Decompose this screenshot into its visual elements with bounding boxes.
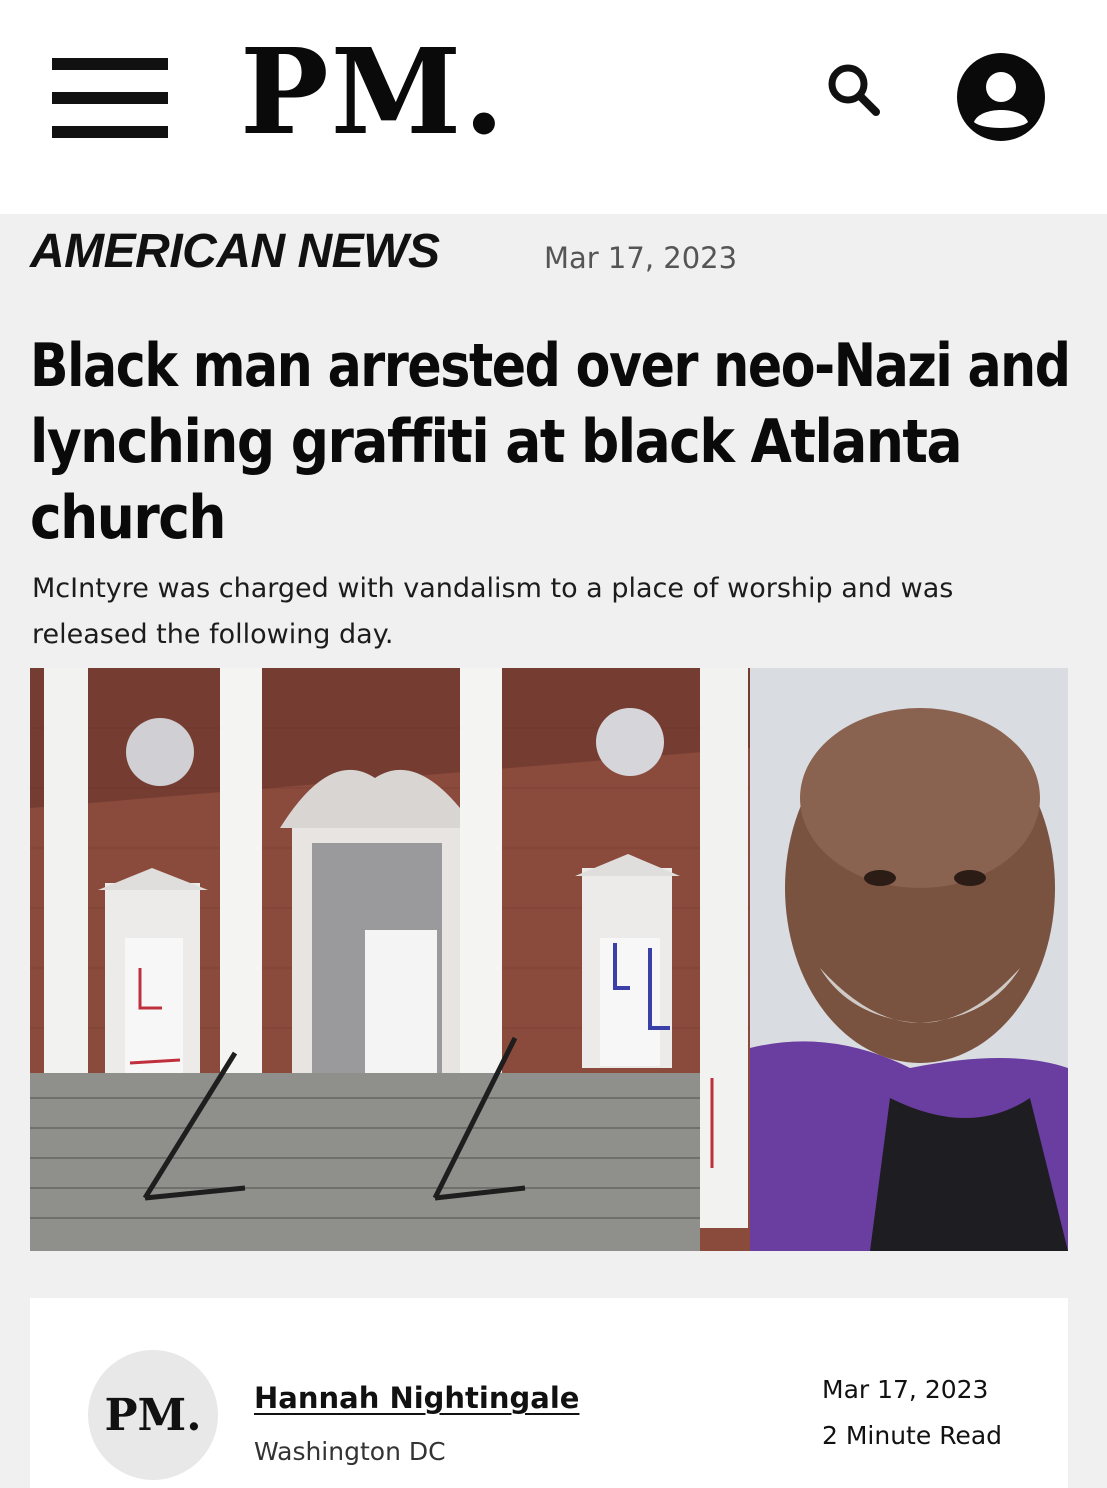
subheading-line: released the following day. [32,619,394,650]
menu-bar-line [52,58,168,70]
headline-line: Black man arrested over neo-Nazi and [30,331,1071,401]
article-category[interactable]: AMERICAN NEWS [30,222,440,282]
author-card: PM. Hannah Nightingale Washington DC Mar… [30,1298,1068,1488]
author-location: Washington DC [254,1437,446,1466]
card-publish-date: Mar 17, 2023 [822,1375,989,1404]
user-account-icon[interactable] [956,52,1046,142]
headline-line: lynching graffiti at black Atlanta [30,407,963,477]
menu-bar-line [52,92,168,104]
article-date: Mar 17, 2023 [544,241,738,275]
subheading-line: McIntyre was charged with vandalism to a… [32,573,954,604]
article-headline: Black man arrested over neo-Nazi and lyn… [30,328,1080,556]
hero-image-graphic [30,668,1068,1251]
menu-bar-line [52,126,168,138]
article-subheading: McIntyre was charged with vandalism to a… [32,566,1072,658]
search-icon[interactable] [822,58,886,122]
read-time: 2 Minute Read [822,1421,1003,1450]
author-avatar[interactable]: PM. [88,1350,218,1480]
author-name-link[interactable]: Hannah Nightingale [254,1378,579,1418]
hamburger-menu-icon[interactable] [52,58,168,138]
site-logo[interactable]: PM. [240,22,506,162]
headline-line: church [30,483,226,553]
site-header: PM. [0,0,1107,214]
article-hero-image [30,668,1068,1251]
